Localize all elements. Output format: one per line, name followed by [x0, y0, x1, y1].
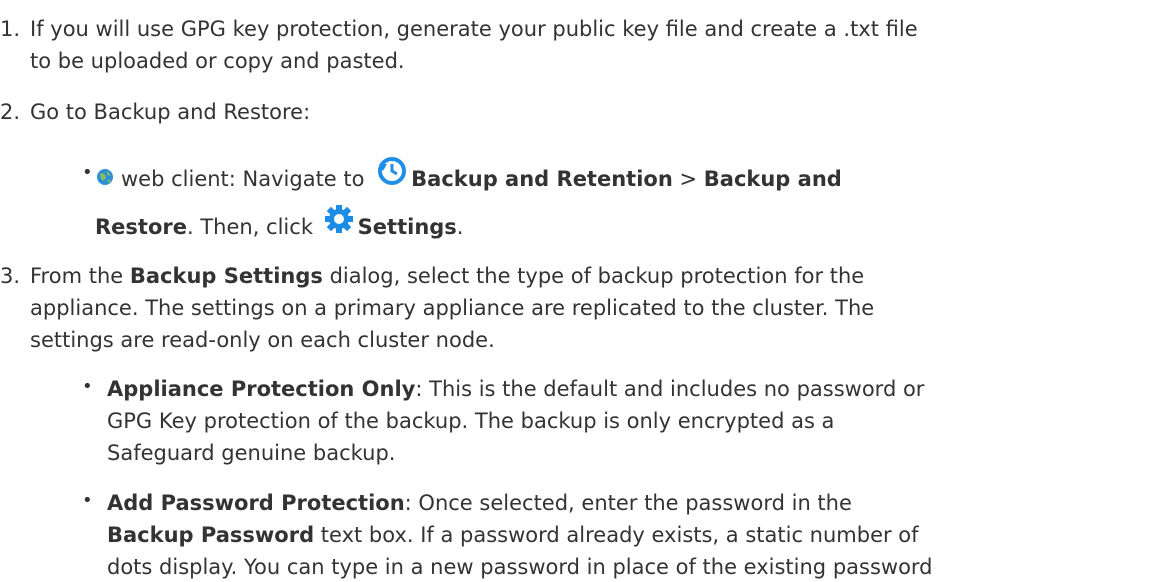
option-appliance-protection-only: Appliance Protection Only: [107, 377, 416, 401]
option-2-line-3: dots display. You can type in a new pass…: [107, 555, 933, 579]
web-client-label: web client: Navigate to: [121, 167, 365, 191]
step-2-number: 2.: [0, 100, 21, 124]
option-1-description: : This is the default and includes no pa…: [415, 377, 925, 401]
option-2-line-2-rest: text box. If a password already exists, …: [320, 523, 919, 547]
option-2-description: : Once selected, enter the password in t…: [404, 491, 852, 515]
step-3-line-1: 3. From the Backup Settings dialog, sele…: [0, 263, 864, 289]
nav-backup-restore-part-1: Backup and: [703, 167, 842, 191]
step-3-line-3: settings are read-only on each cluster n…: [30, 328, 495, 352]
nav-backup-restore-part-2: Restore: [95, 215, 187, 239]
backup-password-field-name: Backup Password: [107, 523, 315, 547]
settings-label: Settings: [357, 215, 457, 239]
option-2-line-2: Backup Password text box. If a password …: [107, 522, 919, 548]
option-1-line-2: GPG Key protection of the backup. The ba…: [107, 409, 835, 433]
step-1-text: If you will use GPG key protection, gene…: [30, 17, 918, 41]
then-click-text: . Then, click: [186, 215, 313, 239]
web-client-line-2: Restore. Then, click Settings.: [95, 205, 464, 246]
step-1-line-2: to be uploaded or copy and pasted.: [30, 49, 405, 73]
option-2-line-1: Add Password Protection: Once selected, …: [107, 490, 852, 516]
backup-settings-dialog-name: Backup Settings: [129, 264, 323, 288]
option-add-password-protection: Add Password Protection: [107, 491, 405, 515]
web-client-line-1: web client: Navigate to Backup and Reten…: [95, 157, 842, 198]
step-3-line-1-rest: dialog, select the type of backup protec…: [329, 264, 865, 288]
nav-separator: >: [679, 167, 698, 191]
option-1-line-3: Safeguard genuine backup.: [107, 441, 396, 465]
bullet-marker: •: [82, 162, 93, 183]
document: 1. If you will use GPG key protection, g…: [0, 0, 1175, 582]
step-3-line-2: appliance. The settings on a primary app…: [30, 296, 875, 320]
step-2-text: Go to Backup and Restore:: [30, 100, 311, 124]
step-3-number: 3.: [0, 264, 21, 288]
option-1-bullet: •: [82, 376, 93, 397]
option-2-bullet: •: [82, 490, 93, 511]
step-1-line-1: 1. If you will use GPG key protection, g…: [0, 16, 918, 42]
step-3-text: From the Backup Settings dialog, select …: [30, 263, 864, 289]
period: .: [456, 215, 464, 239]
step-2-line: 2. Go to Backup and Restore:: [0, 99, 310, 125]
step-1-number: 1.: [0, 17, 21, 41]
step-3-prefix: From the: [30, 264, 124, 288]
globe-icon: [95, 167, 115, 193]
backup-clock-icon: [377, 156, 407, 192]
nav-backup-retention: Backup and Retention: [411, 167, 673, 191]
gear-icon: [324, 204, 354, 240]
option-1-line-1: Appliance Protection Only: This is the d…: [107, 376, 924, 402]
